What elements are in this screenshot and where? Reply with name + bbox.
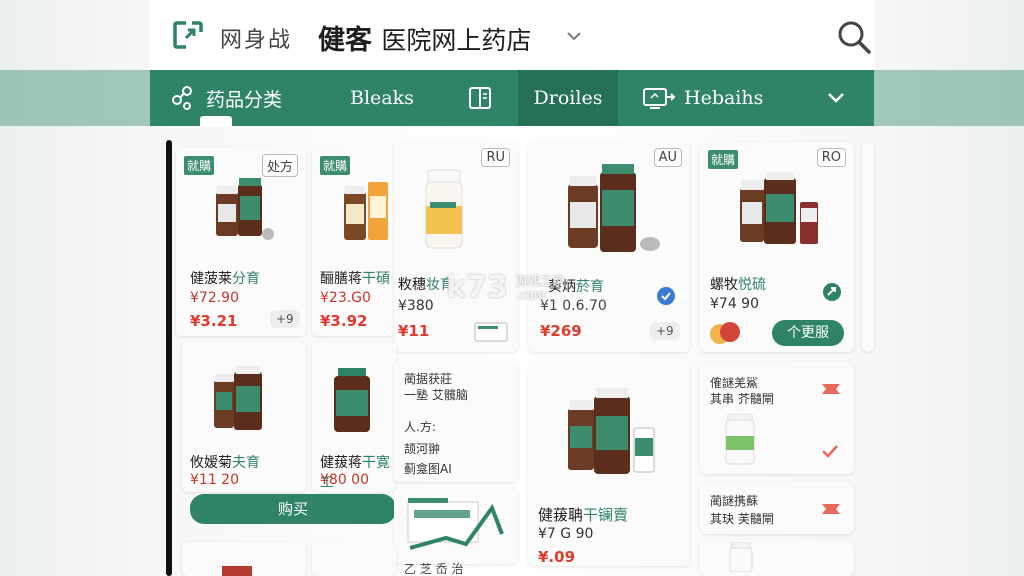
info-line: 人.方: [404,420,436,434]
quantity-stepper[interactable]: +9 [270,310,300,328]
brand-name: 网身战 [220,28,293,53]
medicine-bottle-icon [344,182,388,240]
nav-item-hebaihs[interactable]: Hebaihs [642,70,763,126]
right-edge-band [874,70,1024,126]
product-card[interactable]: 就購 酾膳蒋干碩 ¥23.G0 ¥3.92 [312,148,396,336]
product-card[interactable]: 就購 RO 螺牧悦硫 ¥74 90 个更服 [700,142,854,352]
chevron-down-icon[interactable] [564,26,584,46]
region-badge: RU [481,148,510,167]
tag-label: 就購 [708,150,739,169]
site-watermark-sub: 游戏之家 .com [516,274,565,302]
tag-label: 就購 [320,156,351,175]
region-badge: RO [816,148,846,167]
product-image-partial [222,566,252,576]
nav-label-bleaks: Bleaks [350,87,414,109]
search-icon[interactable] [836,20,874,54]
ribbon-icon [822,384,840,394]
product-price: ¥72.90 [190,290,239,306]
category-icon [172,86,192,110]
product-price: ¥80 00 [320,472,369,488]
medicine-bottle-icon [334,368,370,432]
product-name: 健菠莱分育 [190,271,260,287]
info-line: 蔺据获莊 [404,372,453,386]
title-main: 健客 [318,25,372,56]
nav-label-category: 药品分类 [206,88,283,111]
product-sale-price: ¥3.21 [190,312,238,330]
trend-up-icon[interactable] [822,282,842,302]
medicine-bottle-icon [216,178,274,240]
medicine-bottle-icon [568,388,655,474]
title-sub: 医院网上药店 [381,26,532,55]
add-to-cart-button[interactable]: 个更服 [772,320,844,346]
product-price: ¥74 90 [710,296,759,312]
site-watermark: k73 [446,270,508,305]
product-name: 攸嫒菊夫育 [190,455,260,471]
buy-button[interactable]: 购买 [190,494,396,524]
quantity-stepper[interactable]: +9 [650,322,680,340]
product-name: 健菝聃干镧賣 [538,506,629,524]
page-title[interactable]: 健客 医院网上药店 [318,18,531,57]
check-icon[interactable] [656,286,676,306]
info-line: 其玦 芙髓閘 [710,512,774,526]
check-icon[interactable] [820,444,840,458]
product-card[interactable]: 健菝聃干镧賣 ¥7 G 90 ¥.09 [528,362,690,566]
product-sale-price: ¥3.92 [320,312,368,330]
promo-card[interactable] [394,488,518,564]
fruit-icon [710,322,740,344]
nav-item-bleaks[interactable]: Bleaks [350,70,414,126]
category-navbar: 药品分类 Bleaks Droiles Hebaihs [150,70,874,126]
info-line: 颉河翀 [404,442,441,456]
active-tab-indicator [200,116,232,126]
product-sale-price: ¥.09 [538,548,576,566]
coupon-icon[interactable] [474,320,508,344]
product-price: ¥11 20 [190,472,239,488]
medicine-bottle-icon [740,172,818,244]
info-line: 傕謎羌鯊 [710,376,759,390]
product-sale-price: ¥11 [398,322,430,340]
bottom-partial-text: 乙 芝 岙 治 [404,562,464,576]
nav-label-droiles: Droiles [533,87,603,109]
medicine-bottle-icon [729,542,753,572]
info-line: 其串 芥髓閘 [710,392,774,406]
device-edge [166,140,172,576]
medicine-bottle-icon [425,169,463,249]
product-sale-price: ¥269 [540,322,582,340]
tag-label: 就購 [184,156,215,175]
info-line: 蓟龛图AI [404,462,452,476]
product-name: 酾膳蒋干碩 [320,271,390,287]
nav-item-book[interactable] [466,70,502,126]
app-header: 网身战 健客 医院网上药店 [150,0,874,70]
product-card[interactable]: RU 敉穗妆育 ¥380 ¥11 [394,142,518,352]
product-card-partial[interactable] [182,542,306,576]
product-card[interactable]: 就購 处方 健菠莱分育 ¥72.90 ¥3.21 +9 [176,148,306,336]
book-icon [469,87,491,109]
monitor-arrow-icon [643,88,676,109]
info-card[interactable]: 蔺謎携蘇 其玦 芙髓閘 [700,482,854,534]
left-edge-band [0,70,150,126]
product-card[interactable]: 健菝蒋干寛工 ¥80 00 [312,342,396,492]
product-card-partial[interactable] [312,542,396,576]
medicine-bottle-icon [568,164,660,252]
nav-item-droiles[interactable]: Droiles [518,70,618,126]
product-card-partial[interactable] [862,142,874,352]
nav-more-chevron-icon[interactable] [826,90,846,106]
product-card-partial[interactable] [700,540,854,576]
product-price: ¥7 G 90 [538,526,594,542]
ribbon-icon [822,504,840,514]
info-line: 蔺謎携蘇 [710,494,759,508]
info-card[interactable]: 蔺据获莊 一塾 艾髖脑 人.方: 颉河翀 蓟龛图AI [394,362,518,482]
product-price: ¥380 [398,298,434,314]
product-card[interactable]: 攸嫒菊夫育 ¥11 20 [182,342,306,492]
info-line: 一塾 艾髖脑 [404,388,468,402]
product-card[interactable]: AU 葵炳菸育 ¥1 0.6.70 ¥269 +9 [528,142,690,352]
product-price: ¥23.G0 [320,290,371,306]
logo-icon[interactable] [172,20,204,50]
nav-label-hebaihs: Hebaihs [684,87,764,109]
info-card[interactable]: 傕謎羌鯊 其串 芥髓閘 [700,362,854,474]
trend-chart-icon [407,498,504,550]
medicine-bottle-icon [725,414,755,465]
medicine-bottle-icon [214,366,262,430]
product-name: 螺牧悦硫 [710,277,766,293]
